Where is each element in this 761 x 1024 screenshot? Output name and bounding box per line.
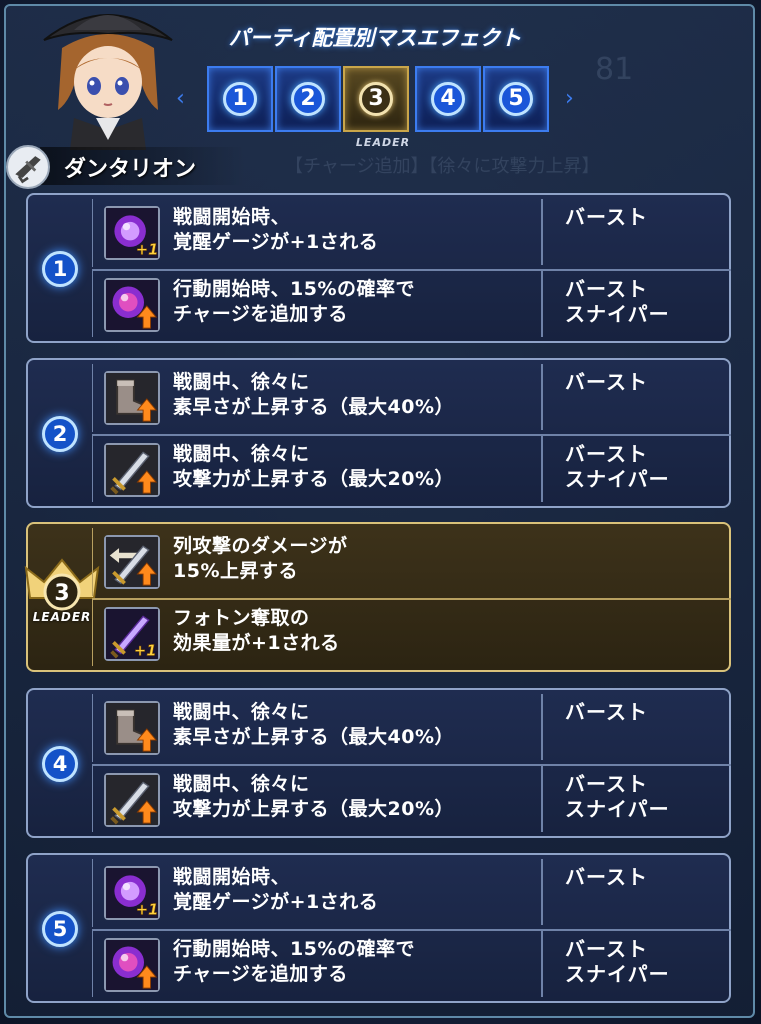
position-group-3: 3 LEADER 列攻撃のダメージが 15%上昇する +1 フォトン奪取の 効果量が+1… — [24, 522, 731, 672]
sword-arrow-up-icon — [104, 773, 160, 827]
applicable-type: バースト スナイパー — [565, 772, 670, 821]
purple-orb-plus1-icon: +1 — [104, 866, 160, 920]
formation-slots: 1 2 3 4 5 LEADER — [205, 66, 553, 149]
purple-orb-plus1-icon: +1 — [104, 206, 160, 260]
gun-icon — [6, 145, 50, 189]
effect-row: 戦闘中、徐々に 素早さが上昇する（最大40%） バースト — [92, 694, 731, 762]
chevron-left-icon[interactable]: ‹ — [176, 86, 185, 111]
effect-description: 行動開始時、15%の確率で チャージを追加する — [173, 278, 415, 325]
effect-description: 戦闘中、徐々に 素早さが上昇する（最大40%） — [173, 371, 454, 418]
applicable-type: バースト スナイパー — [565, 937, 670, 986]
leader-tag: LEADER — [355, 136, 411, 149]
effect-description: 戦闘開始時、 覚醒ゲージが+1される — [173, 866, 379, 913]
svg-text:+1: +1 — [136, 241, 158, 258]
type-column: バースト — [541, 364, 732, 430]
type-column: バースト スナイパー — [541, 931, 732, 997]
sword-arrow-up-icon — [104, 443, 160, 497]
position-group-1: 1 +1 戦闘開始時、 覚醒ゲージが+1される バースト行動開始時、15%の確率で チ… — [26, 193, 731, 343]
effect-row: 戦闘中、徐々に 攻撃力が上昇する（最大20%） バースト スナイパー — [92, 764, 731, 832]
effect-description: フォトン奪取の 効果量が+1される — [173, 607, 340, 654]
crown-number: 3 — [54, 581, 69, 606]
effect-row: +1 戦闘開始時、 覚醒ゲージが+1される バースト — [92, 859, 731, 927]
position-badge: 2 — [42, 416, 78, 452]
effect-row: 行動開始時、15%の確率で チャージを追加する バースト スナイパー — [92, 269, 731, 337]
position-badge: 1 — [42, 251, 78, 287]
effect-description: 戦闘中、徐々に 素早さが上昇する（最大40%） — [173, 701, 454, 748]
type-column: バースト — [541, 199, 732, 265]
type-column: バースト スナイパー — [541, 271, 732, 337]
row-attack-arrow-up-icon — [104, 535, 160, 589]
slot-4[interactable]: 4 — [415, 66, 481, 132]
svg-text:+1: +1 — [136, 901, 158, 918]
panel-title: パーティ配置別マスエフェクト — [228, 26, 522, 50]
slot-3-leader[interactable]: 3 — [343, 66, 409, 132]
effect-row: +1 戦闘開始時、 覚醒ゲージが+1される バースト — [92, 199, 731, 267]
applicable-type: バースト — [565, 865, 648, 889]
purple-orb-arrow-up-icon — [104, 278, 160, 332]
slot-1[interactable]: 1 — [207, 66, 273, 132]
slot-number: 3 — [359, 82, 393, 116]
effect-description: 戦闘中、徐々に 攻撃力が上昇する（最大20%） — [173, 443, 454, 490]
slot-number: 5 — [499, 82, 533, 116]
position-badge: 4 — [42, 746, 78, 782]
slot-2[interactable]: 2 — [275, 66, 341, 132]
position-group-2: 2 戦闘中、徐々に 素早さが上昇する（最大40%） バースト戦闘中、徐々に 攻撃力が… — [26, 358, 731, 508]
position-group-5: 5 +1 戦闘開始時、 覚醒ゲージが+1される バースト行動開始時、15%の確率で チ… — [26, 853, 731, 1003]
applicable-type: バースト — [565, 205, 648, 229]
applicable-type: バースト — [565, 370, 648, 394]
effect-description: 行動開始時、15%の確率で チャージを追加する — [173, 938, 415, 985]
applicable-type: バースト — [565, 700, 648, 724]
boot-arrow-up-icon — [104, 371, 160, 425]
svg-text:+1: +1 — [134, 642, 157, 659]
effect-row: 戦闘中、徐々に 素早さが上昇する（最大40%） バースト — [92, 364, 731, 432]
position-group-4: 4 戦闘中、徐々に 素早さが上昇する（最大40%） バースト戦闘中、徐々に 攻撃力が… — [26, 688, 731, 838]
position-badge: 5 — [42, 911, 78, 947]
applicable-type: バースト スナイパー — [565, 277, 670, 326]
character-row: ダンタリオン — [0, 145, 300, 189]
character-avatar — [43, 14, 173, 150]
purple-sword-plus1-icon: +1 — [104, 607, 160, 661]
slot-number: 2 — [291, 82, 325, 116]
header: パーティ配置別マスエフェクト ‹ › 1 2 3 4 5 LEADER ダンタリ… — [0, 0, 761, 190]
boot-arrow-up-icon — [104, 701, 160, 755]
type-column: バースト — [541, 859, 732, 925]
effect-description: 列攻撃のダメージが 15%上昇する — [173, 535, 348, 582]
type-column: バースト スナイパー — [541, 436, 732, 502]
type-column: バースト — [541, 694, 732, 760]
character-name: ダンタリオン — [64, 157, 197, 182]
effect-row: 列攻撃のダメージが 15%上昇する — [92, 528, 731, 596]
effect-description: 戦闘中、徐々に 攻撃力が上昇する（最大20%） — [173, 773, 454, 820]
applicable-type: バースト スナイパー — [565, 442, 670, 491]
effect-row: 行動開始時、15%の確率で チャージを追加する バースト スナイパー — [92, 929, 731, 997]
slot-number: 4 — [431, 82, 465, 116]
effect-row: +1 フォトン奪取の 効果量が+1される — [92, 598, 731, 666]
purple-orb-arrow-up-icon — [104, 938, 160, 992]
slot-number: 1 — [223, 82, 257, 116]
type-column: バースト スナイパー — [541, 766, 732, 832]
chevron-right-icon[interactable]: › — [565, 86, 574, 111]
effect-row: 戦闘中、徐々に 攻撃力が上昇する（最大20%） バースト スナイパー — [92, 434, 731, 502]
effect-description: 戦闘開始時、 覚醒ゲージが+1される — [173, 206, 379, 253]
slot-5[interactable]: 5 — [483, 66, 549, 132]
